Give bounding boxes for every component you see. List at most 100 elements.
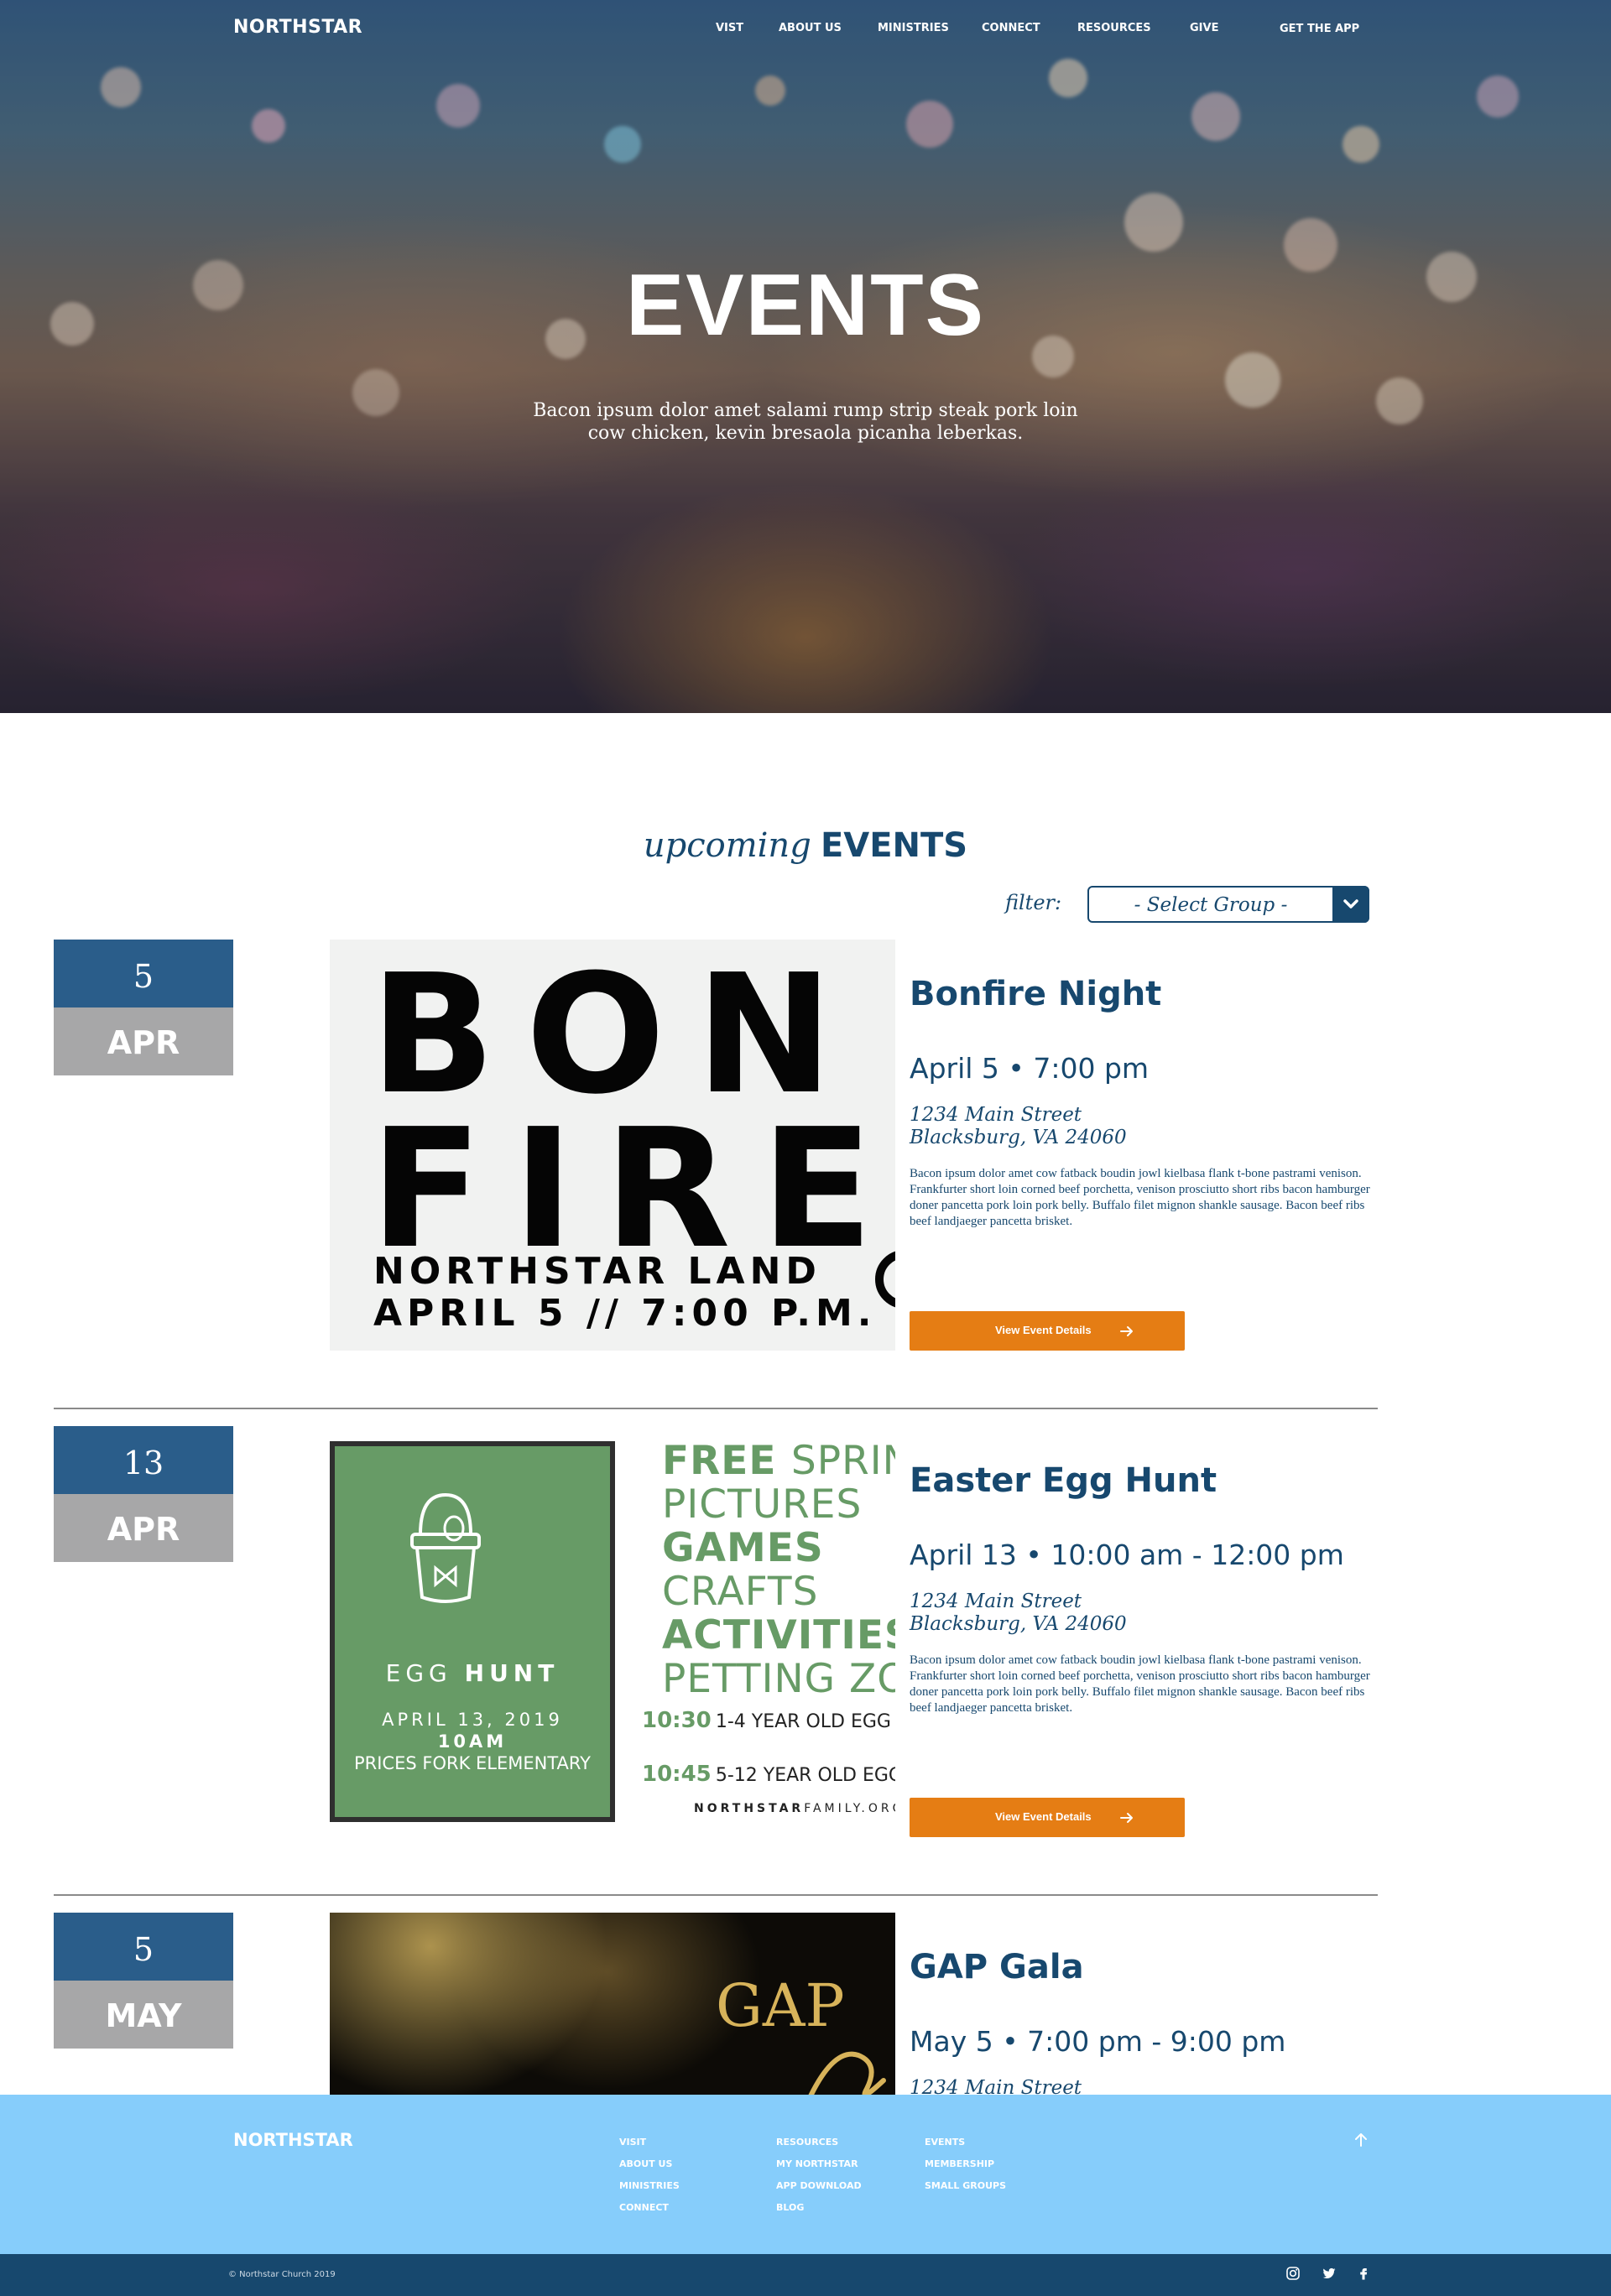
poster-time: 10AM xyxy=(437,1731,508,1752)
poster-free: FREE xyxy=(662,1441,777,1484)
footer-bottom-bar: © Northstar Church 2019 xyxy=(0,2254,1611,2296)
event-description: Bacon ipsum dolor amet cow fatback boudi… xyxy=(910,1167,1370,1228)
poster-schedule-label: 1-4 YEAR OLD EGG HUNT xyxy=(715,1711,895,1732)
event-title[interactable]: Easter Egg Hunt xyxy=(910,1461,1217,1500)
hero-overlay xyxy=(0,0,1611,713)
poster-list-item: FREE SPRING xyxy=(662,1441,895,1484)
button-label: View Event Details xyxy=(995,1810,1092,1823)
poster-egg-word: EGG xyxy=(385,1659,452,1687)
address-line: 1234 Main Street xyxy=(910,1104,1082,1126)
nav-item-resources[interactable]: RESOURCES xyxy=(1077,22,1151,34)
button-label: View Event Details xyxy=(995,1324,1092,1336)
poster-schedule-time: 10:30 xyxy=(642,1708,712,1733)
poster-website-a: NORTHSTAR xyxy=(694,1802,805,1815)
event-address: 1234 Main Street Blacksburg, VA 24060 xyxy=(910,1104,1127,1149)
poster-website-b: FAMILY.ORG xyxy=(804,1802,895,1815)
nav-item-ministries[interactable]: MINISTRIES xyxy=(878,22,949,34)
gala-script-flourish xyxy=(808,2051,886,2095)
gala-poster: GAP xyxy=(330,1913,895,2095)
nav-item-give[interactable]: GIVE xyxy=(1190,22,1218,34)
arrow-right-icon xyxy=(1120,1813,1133,1823)
instagram-icon[interactable] xyxy=(1285,2266,1301,2285)
footer-logo[interactable]: NORTHSTAR xyxy=(233,2130,353,2150)
event-date-badge: 5 MAY xyxy=(54,1913,233,2049)
main-nav: VIST ABOUT US MINISTRIES CONNECT RESOURC… xyxy=(0,22,1611,39)
event-datetime: April 5 • 7:00 pm xyxy=(910,1052,1150,1085)
poster-list-item: CRAFTS xyxy=(662,1569,819,1615)
hero-subtitle: Bacon ipsum dolor amet salami rump strip… xyxy=(533,400,1078,444)
poster-date: APRIL 13, 2019 xyxy=(382,1710,563,1730)
poster-list-item: ACTIVITIES xyxy=(662,1612,895,1658)
address-line: Blacksburg, VA 24060 xyxy=(910,1613,1127,1635)
poster-website: NORTHSTARFAMILY.ORG xyxy=(694,1802,895,1815)
facebook-icon[interactable] xyxy=(1356,2266,1371,2285)
footer-link-app-download[interactable]: APP DOWNLOAD xyxy=(776,2175,862,2197)
poster-headline-1: BON xyxy=(370,940,864,1131)
easter-poster: EGG HUNT APRIL 13, 2019 10AM PRICES FORK… xyxy=(330,1441,895,1824)
view-event-details-button[interactable]: View Event Details xyxy=(910,1311,1185,1351)
site-footer: NORTHSTAR VISIT ABOUT US MINISTRIES CONN… xyxy=(0,2095,1611,2254)
view-event-details-button[interactable]: View Event Details xyxy=(910,1798,1185,1837)
event-poster-gala[interactable]: GAP xyxy=(330,1913,895,2095)
bonfire-poster: BON FIRE NORTHSTAR LAND APRIL 5 // 7:00 … xyxy=(330,940,895,1351)
get-the-app-link[interactable]: GET THE APP xyxy=(1280,23,1359,35)
footer-column: VISIT ABOUT US MINISTRIES CONNECT xyxy=(619,2132,680,2219)
footer-link-events[interactable]: EVENTS xyxy=(925,2132,1006,2153)
group-filter-select[interactable]: - Select Group - xyxy=(1087,886,1369,923)
filter-label: filter: xyxy=(1005,891,1062,914)
footer-link-membership[interactable]: MEMBERSHIP xyxy=(925,2153,1006,2175)
footer-link-blog[interactable]: BLOG xyxy=(776,2197,862,2219)
chevron-down-icon xyxy=(1343,899,1358,909)
event-title[interactable]: GAP Gala xyxy=(910,1948,1084,1986)
event-divider xyxy=(54,1408,1378,1409)
event-title[interactable]: Bonfire Night xyxy=(910,975,1161,1013)
section-title-bold: EVENTS xyxy=(820,826,968,865)
event-day: 13 xyxy=(54,1426,233,1494)
poster-green-panel: EGG HUNT APRIL 13, 2019 10AM PRICES FORK… xyxy=(330,1441,615,1822)
nav-item-visit[interactable]: VIST xyxy=(716,22,743,34)
event-month: APR xyxy=(54,1007,233,1075)
footer-link-visit[interactable]: VISIT xyxy=(619,2132,680,2153)
footer-link-about-us[interactable]: ABOUT US xyxy=(619,2153,680,2175)
event-datetime: May 5 • 7:00 pm - 9:00 pm xyxy=(910,2025,1286,2058)
page-title: EVENTS xyxy=(625,257,986,354)
poster-hunt-word: HUNT xyxy=(464,1659,560,1687)
poster-egg-hunt: EGG HUNT xyxy=(335,1659,610,1687)
nav-item-about-us[interactable]: ABOUT US xyxy=(779,22,842,34)
section-title-italic: upcoming xyxy=(643,826,811,865)
poster-headline-2: FIRE xyxy=(370,1094,895,1285)
footer-link-ministries[interactable]: MINISTRIES xyxy=(619,2175,680,2197)
arrow-up-icon xyxy=(1355,2133,1367,2147)
event-poster-easter[interactable]: EGG HUNT APRIL 13, 2019 10AM PRICES FORK… xyxy=(330,1441,895,1824)
poster-schedule-2: 10:45 5-12 YEAR OLD EGG HUNT xyxy=(642,1762,895,1787)
select-toggle[interactable] xyxy=(1332,886,1369,923)
twitter-icon[interactable] xyxy=(1322,2266,1337,2285)
event-month: MAY xyxy=(54,1981,233,2049)
poster-schedule-1: 10:30 1-4 YEAR OLD EGG HUNT xyxy=(642,1708,895,1733)
poster-location: NORTHSTAR LAND xyxy=(373,1250,821,1293)
nav-item-connect[interactable]: CONNECT xyxy=(982,22,1040,34)
poster-schedule-label: 5-12 YEAR OLD EGG HUNT xyxy=(715,1765,895,1786)
poster-spring: SPRING xyxy=(790,1441,895,1484)
copyright-text: © Northstar Church 2019 xyxy=(228,2270,336,2279)
footer-link-connect[interactable]: CONNECT xyxy=(619,2197,680,2219)
event-divider xyxy=(54,1894,1378,1896)
event-address: 1234 Main Street Blacksburg, VA 24060 xyxy=(910,1591,1127,1636)
event-poster-bonfire[interactable]: BON FIRE NORTHSTAR LAND APRIL 5 // 7:00 … xyxy=(330,940,895,1351)
poster-schedule-time: 10:45 xyxy=(642,1762,712,1787)
hero-banner: NORTHSTAR VIST ABOUT US MINISTRIES CONNE… xyxy=(0,0,1611,713)
poster-date: APRIL 5 // 7:00 P.M. xyxy=(373,1292,877,1335)
event-datetime: April 13 • 10:00 am - 12:00 pm xyxy=(910,1538,1344,1571)
address-line: Blacksburg, VA 24060 xyxy=(910,1127,1127,1148)
arrow-right-icon xyxy=(1120,1326,1133,1336)
scroll-to-top-button[interactable] xyxy=(1353,2132,1369,2153)
footer-link-resources[interactable]: RESOURCES xyxy=(776,2132,862,2153)
event-month: APR xyxy=(54,1494,233,1562)
event-day: 5 xyxy=(54,1913,233,1981)
poster-list-item: PETTING ZOO xyxy=(662,1656,895,1702)
footer-link-small-groups[interactable]: SMALL GROUPS xyxy=(925,2175,1006,2197)
footer-link-my-northstar[interactable]: MY NORTHSTAR xyxy=(776,2153,862,2175)
footer-column: RESOURCES MY NORTHSTAR APP DOWNLOAD BLOG xyxy=(776,2132,862,2219)
select-value: - Select Group - xyxy=(1134,894,1288,916)
section-title: upcoming EVENTS xyxy=(0,826,1611,865)
